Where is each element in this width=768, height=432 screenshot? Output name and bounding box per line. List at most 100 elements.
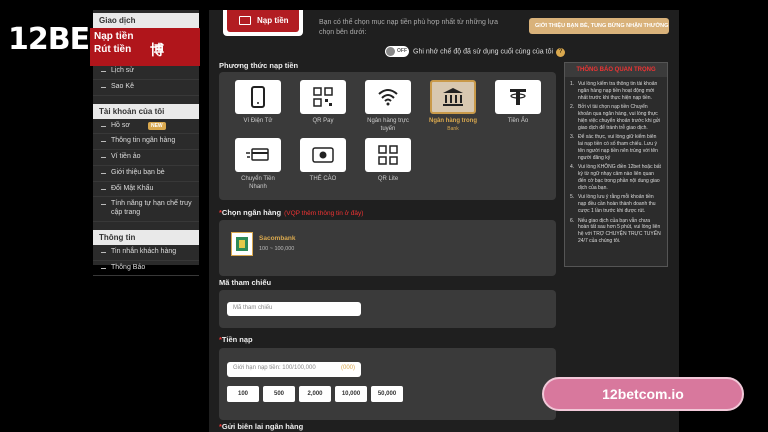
notice-item: Vui lòng lưu ý rằng mỗi khoản tiền nạp đ…: [570, 194, 662, 214]
sidebar-heading-account: Tài khoản của tôi: [93, 103, 199, 119]
sidebar-item-messages[interactable]: Tin nhắn khách hàng: [93, 245, 199, 261]
bank-range: 100 ~ 100,000: [259, 246, 295, 252]
bank-icon: [443, 88, 463, 106]
overlay-text-2: Rút tiền: [94, 44, 132, 55]
amount-button-2000[interactable]: 2,000: [299, 386, 331, 402]
reference-panel: Mã tham chiếu: [219, 290, 556, 328]
sidebar-item-referral[interactable]: Giới thiệu bạn bè: [93, 166, 199, 182]
remember-toggle[interactable]: OFF: [385, 46, 409, 57]
deposit-tab-label: Nạp tiền: [257, 16, 289, 25]
sidebar-item-crypto-wallet[interactable]: Ví tiền ảo: [93, 150, 199, 166]
method-qrpay-box: [300, 80, 346, 114]
receipt-title: *Gửi biên lai ngân hàng: [219, 422, 304, 431]
new-badge: NEW: [147, 121, 166, 130]
methods-title: Phương thức nạp tiền: [219, 61, 299, 70]
bank-logo-graphic: [236, 237, 248, 251]
notice-item: Vui lòng KHÔNG điền 12bet hoặc bất kỳ từ…: [570, 164, 662, 191]
notice-item: Vui lòng kiểm tra thông tin tài khoản ng…: [570, 81, 662, 101]
help-icon[interactable]: ?: [556, 48, 566, 58]
method-online-banking[interactable]: Ngân hàng trực tuyến: [363, 80, 413, 133]
remember-toggle-row: OFF Ghi nhớ chế độ đã sử dụng cuối cùng c…: [385, 46, 566, 58]
remember-label: Ghi nhớ chế độ đã sử dụng cuối cùng của …: [413, 48, 554, 56]
notice-item: Nếu giao dịch của bạn vẫn chưa hoàn tất …: [570, 218, 662, 245]
notice-item: Bởi vì tài chọn nạp tiền Chuyển khoản qu…: [570, 104, 662, 131]
method-scratch-card[interactable]: THẺ CÀO: [298, 138, 348, 184]
bank-option-sacombank[interactable]: Sacombank 100 ~ 100,000: [231, 232, 301, 264]
brand-logo-text: 12BE: [8, 22, 90, 57]
wifi-icon: [378, 89, 398, 106]
method-fast-transfer[interactable]: Chuyển Tiền Nhanh: [233, 138, 283, 191]
bank-select-note: (VQP thêm thông tin ở đây): [284, 210, 364, 217]
method-fast-transfer-box: [235, 138, 281, 172]
sidebar-item-profile-label: Hồ sơ: [111, 121, 130, 129]
receipt-title-text: Gửi biên lai ngân hàng: [221, 422, 304, 431]
method-local-bank-sub: Bank: [447, 125, 459, 132]
referral-promo-button[interactable]: GIỚI THIỆU BẠN BÈ, TUNG BỪNG NHẬN THƯỞNG: [529, 18, 669, 34]
brand-overlay-badge: Nạp tiền Rút tiền 博: [90, 28, 200, 66]
overlay-text-3: 博: [150, 42, 164, 58]
method-ewallet-label: Ví Điện Tử: [243, 118, 273, 124]
method-local-bank-box: [430, 80, 476, 114]
deposit-tab[interactable]: Nạp tiền: [223, 10, 303, 36]
site-link-button[interactable]: 12betcom.io: [542, 377, 744, 411]
sacombank-logo-icon: [231, 232, 253, 256]
method-crypto[interactable]: Tiền Ảo: [493, 80, 543, 126]
amount-button-100[interactable]: 100: [227, 386, 259, 402]
method-qr-lite-box: [365, 138, 411, 172]
sidebar-item-profile[interactable]: Hồ sơ NEW: [93, 119, 199, 135]
methods-panel: Ví Điện Tử QR Pay Ngân hàng trực tuyến N…: [219, 72, 556, 200]
sidebar-item-history[interactable]: Lịch sử: [93, 64, 199, 80]
amount-button-500[interactable]: 500: [263, 386, 295, 402]
deposit-amount-panel: Giới hạn nạp tiền: 100/100,000 (000) 100…: [219, 348, 556, 420]
notice-item: Để xác thực, vui lòng giữ kiểm biên lai …: [570, 134, 662, 161]
bank-select-title: *Chọn ngân hàng (VQP thêm thông tin ở đây…: [219, 208, 364, 217]
deposit-description: Bạn có thể chọn mục nạp tiền phù hợp nhấ…: [319, 19, 498, 36]
sidebar-item-statement[interactable]: Sao Kê: [93, 80, 199, 96]
deposit-amount-placeholder: Giới hạn nạp tiền: 100/100,000: [233, 365, 316, 371]
method-scratch-card-box: [300, 138, 346, 172]
method-ewallet[interactable]: Ví Điện Tử: [233, 80, 283, 126]
notice-title: THÔNG BÁO QUAN TRỌNG: [565, 63, 667, 77]
method-ewallet-box: [235, 80, 281, 114]
fast-transfer-icon: [246, 148, 269, 161]
sidebar-item-bank-info[interactable]: Thông tin ngân hàng: [93, 134, 199, 150]
method-crypto-label: Tiền Ảo: [507, 118, 529, 124]
card-icon: [312, 147, 334, 163]
deposit-tab-inner: Nạp tiền: [227, 10, 299, 32]
method-qrpay[interactable]: QR Pay: [298, 80, 348, 126]
wallet-icon: [239, 16, 251, 25]
bank-name: Sacombank: [259, 235, 296, 242]
bank-select-panel: Sacombank 100 ~ 100,000: [219, 220, 556, 276]
method-qr-lite-label: QR Lite: [377, 176, 399, 182]
notice-list: Vui lòng kiểm tra thông tin tài khoản ng…: [565, 77, 667, 245]
sidebar-item-self-exclusion[interactable]: Tính năng tự hạn chế truy cập trang: [93, 197, 199, 222]
method-qrpay-label: QR Pay: [312, 118, 334, 124]
method-online-banking-box: [365, 80, 411, 114]
amount-button-50000[interactable]: 50,000: [371, 386, 403, 402]
method-qr-lite[interactable]: QR Lite: [363, 138, 413, 184]
deposit-amount-input[interactable]: Giới hạn nạp tiền: 100/100,000 (000): [227, 362, 361, 377]
method-fast-transfer-label: Chuyển Tiền Nhanh: [241, 176, 275, 190]
overlay-text-1: Nạp tiền: [94, 31, 134, 42]
method-crypto-box: [495, 80, 541, 114]
brand-logo: 12BE Nạp tiền Rút tiền 博: [8, 22, 208, 66]
phone-icon: [251, 86, 265, 108]
method-online-banking-label: Ngân hàng trực tuyến: [367, 118, 409, 132]
reference-input[interactable]: Mã tham chiếu: [227, 302, 361, 316]
sidebar-heading-info: Thông tin: [93, 229, 199, 245]
sidebar-item-change-password[interactable]: Đổi Mật Khẩu: [93, 182, 199, 198]
method-scratch-card-label: THẺ CÀO: [309, 176, 337, 182]
tether-icon: [510, 89, 526, 105]
deposit-amount-title: *Tiền nạp: [219, 335, 253, 344]
qr-icon: [313, 87, 333, 107]
reference-title: Mã tham chiếu: [219, 278, 272, 287]
method-local-bank[interactable]: Ngân hàng trong Bank: [428, 80, 478, 132]
amount-button-10000[interactable]: 10,000: [335, 386, 367, 402]
toggle-state: OFF: [397, 48, 407, 54]
important-notice: THÔNG BÁO QUAN TRỌNG Vui lòng kiểm tra t…: [564, 62, 668, 267]
sidebar-item-notifications[interactable]: Thông Báo: [93, 261, 199, 277]
deposit-amount-title-text: Tiền nạp: [221, 335, 253, 344]
bank-select-title-text: Chọn ngân hàng: [221, 208, 282, 217]
method-local-bank-label: Ngân hàng trong: [429, 118, 477, 124]
qr-lite-icon: [378, 145, 398, 165]
